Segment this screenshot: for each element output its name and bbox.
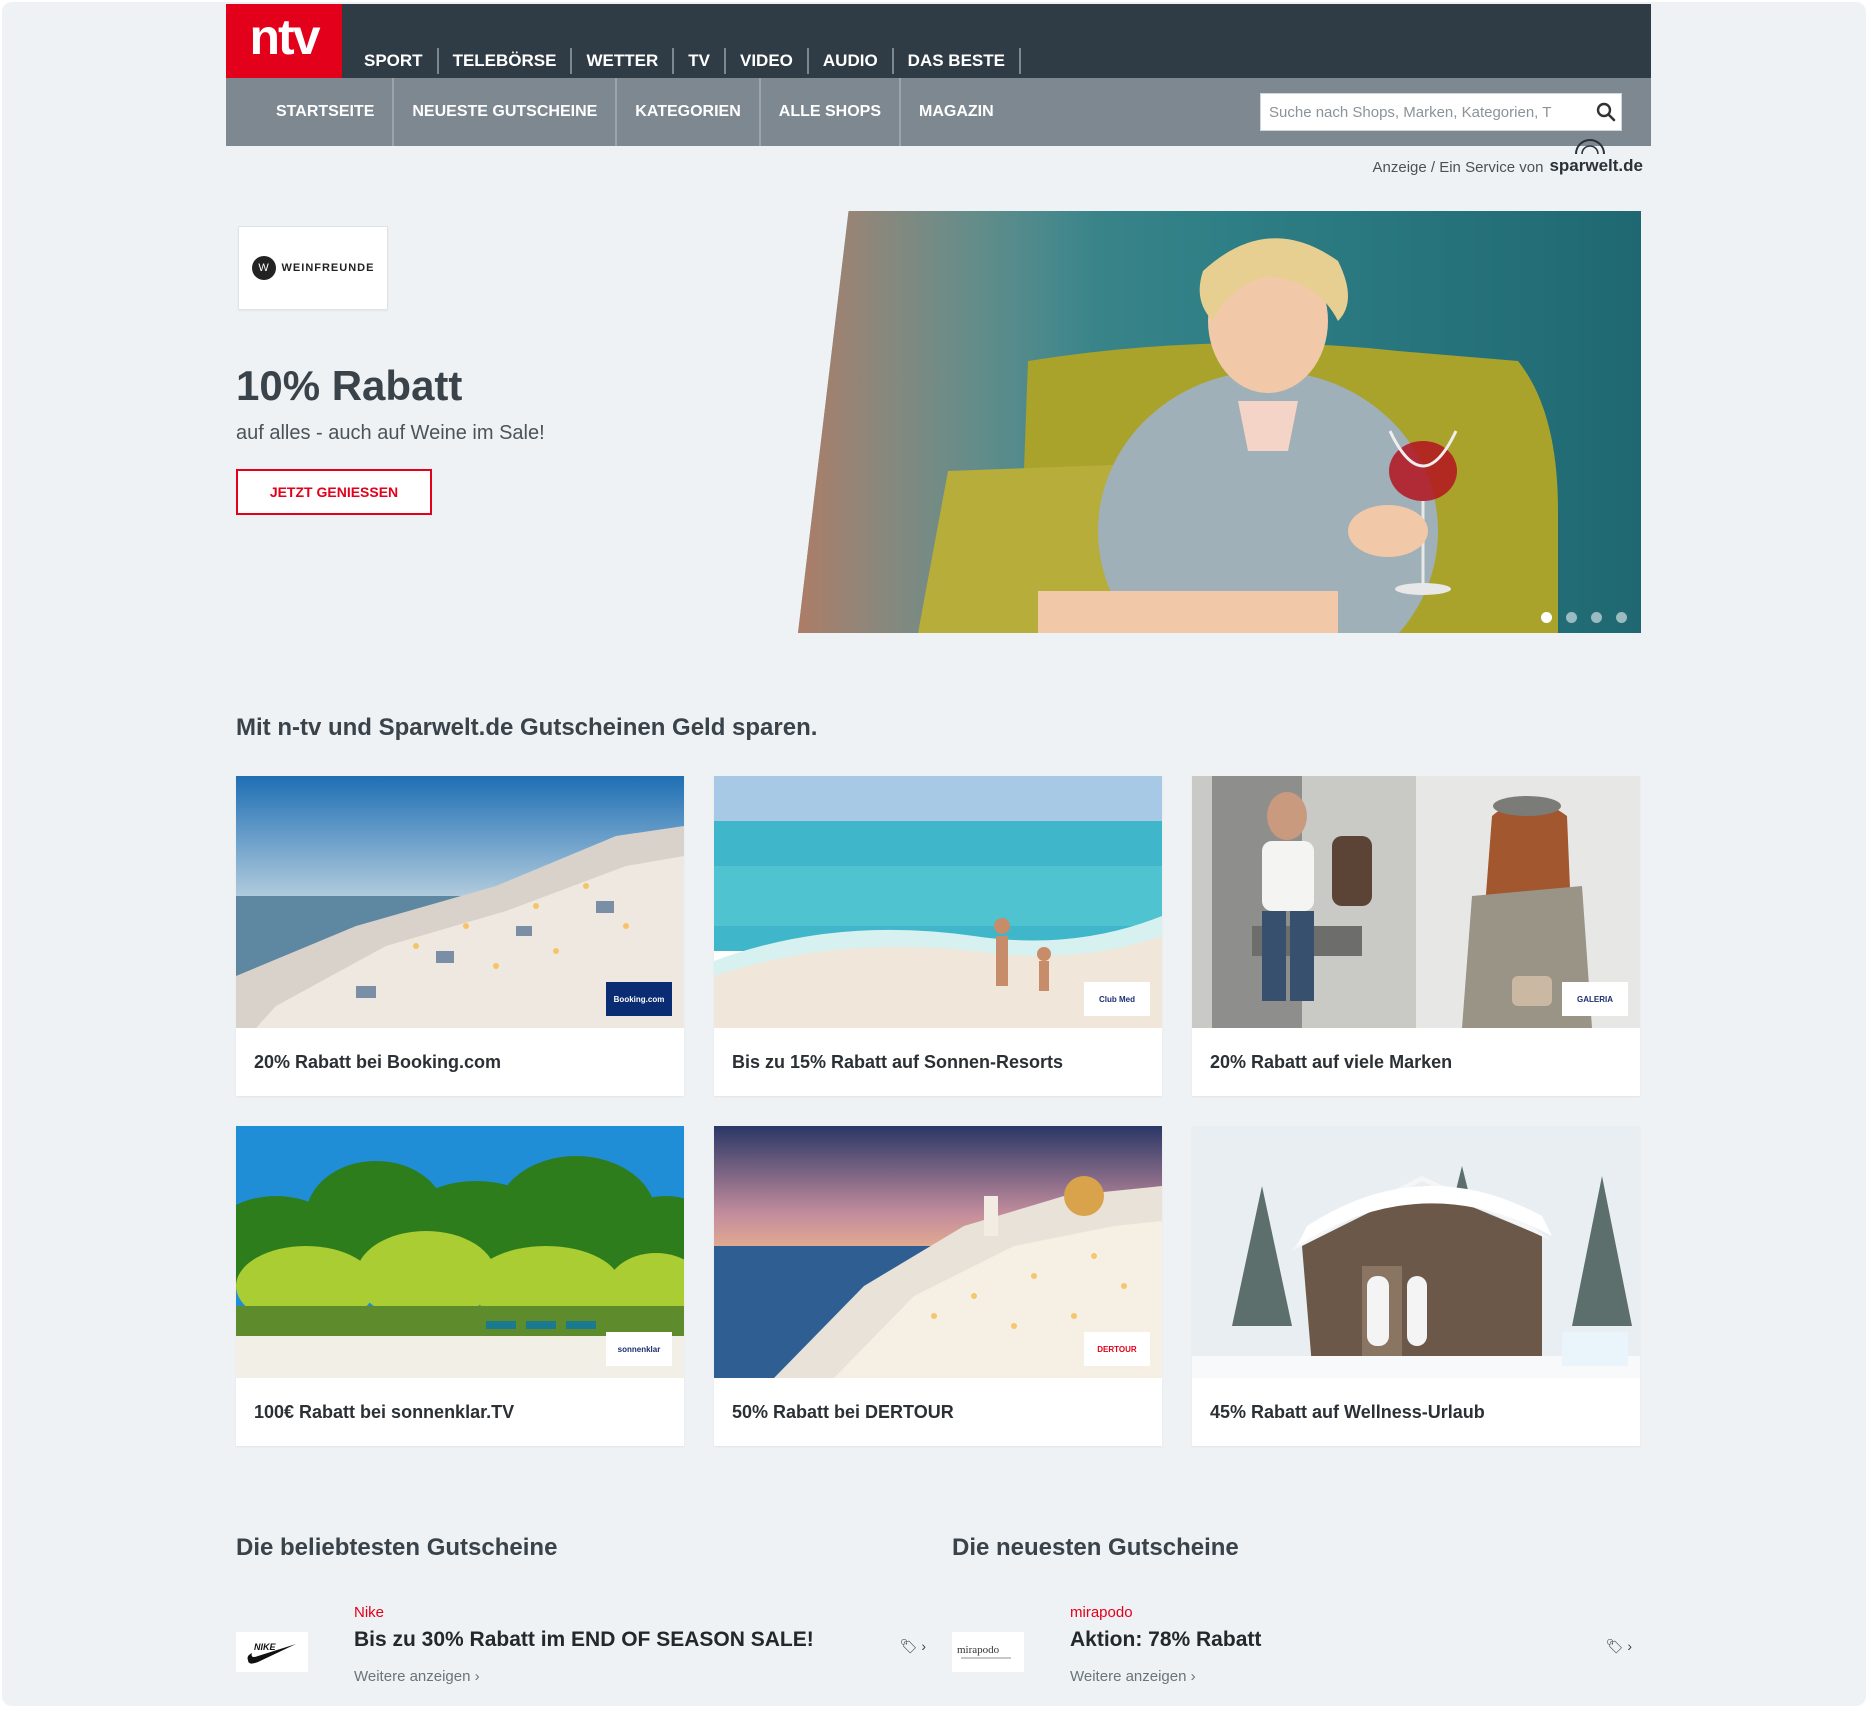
deals-section-title: Mit n-tv und Sparwelt.de Gutscheinen Gel…: [236, 714, 818, 741]
card-badge: [1562, 1332, 1628, 1366]
sparwelt-logo-text: sparwelt.de: [1549, 156, 1643, 175]
deal-card-galeria[interactable]: GALERIA 20% Rabatt auf viele Marken: [1192, 776, 1640, 1096]
tag-icon[interactable]: 🏷 ›: [1606, 1638, 1632, 1655]
hero-subtitle: auf alles - auch auf Weine im Sale!: [236, 422, 545, 444]
svg-text:mirapodo: mirapodo: [957, 1644, 1000, 1656]
search-box: [1260, 93, 1622, 131]
hero-brand-name: WEINFREUNDE: [281, 262, 375, 274]
tag-icon[interactable]: 🏷 ›: [900, 1638, 926, 1655]
ad-notice: Anzeige / Ein Service von sparwelt.de: [1372, 139, 1643, 176]
deal-card-booking[interactable]: Booking.com 20% Rabatt bei Booking.com: [236, 776, 684, 1096]
sparwelt-logo[interactable]: sparwelt.de: [1549, 139, 1643, 176]
weinfreunde-mark-icon: W: [251, 256, 276, 280]
top-nav-video[interactable]: VIDEO: [726, 48, 809, 74]
slider-dot[interactable]: [1566, 612, 1577, 623]
mirapodo-logo[interactable]: mirapodo: [952, 1632, 1024, 1672]
deal-label: 45% Rabatt auf Wellness-Urlaub: [1210, 1401, 1485, 1422]
mirapodo-wordmark-icon: mirapodo: [957, 1644, 1011, 1659]
top-nav-wetter[interactable]: WETTER: [572, 48, 675, 74]
voucher-title[interactable]: Bis zu 30% Rabatt im END OF SEASON SALE!: [354, 1628, 814, 1652]
deal-label: 100€ Rabatt bei sonnenklar.TV: [254, 1401, 515, 1422]
page-container: ntv SPORT TELEBÖRSE WETTER TV VIDEO AUDI…: [226, 4, 1651, 1685]
hero-cta-button[interactable]: JETZT GENIESSEN: [236, 469, 432, 515]
sub-nav-magazin[interactable]: MAGAZIN: [901, 78, 1012, 146]
card-badge: Booking.com: [606, 982, 672, 1016]
voucher-shop[interactable]: mirapodo: [1070, 1604, 1133, 1621]
sub-nav-alle-shops[interactable]: ALLE SHOPS: [761, 78, 902, 146]
card-badge: sonnenklar: [606, 1332, 672, 1366]
search-icon[interactable]: [1591, 97, 1621, 127]
hero-brand-logo[interactable]: W WEINFREUNDE: [238, 226, 388, 310]
slider-dot[interactable]: [1591, 612, 1602, 623]
slider-dot[interactable]: [1616, 612, 1627, 623]
hero-slider-dots: [1541, 612, 1627, 623]
top-nav-tv[interactable]: TV: [674, 48, 726, 74]
voucher-more-link[interactable]: Weitere anzeigen ›: [1070, 1668, 1196, 1685]
nike-logo[interactable]: NIKE: [236, 1632, 308, 1672]
sub-nav-kategorien[interactable]: KATEGORIEN: [617, 78, 761, 146]
deal-card-dertour[interactable]: DERTOUR 50% Rabatt bei DERTOUR: [714, 1126, 1162, 1446]
card-badge: Club Med: [1084, 982, 1150, 1016]
deal-image: Club Med: [714, 776, 1162, 1028]
sub-nav-startseite[interactable]: STARTSEITE: [258, 78, 395, 146]
newest-vouchers: Die neuesten Gutscheine mirapodo mirapod…: [952, 1534, 1642, 1704]
voucher-more-link[interactable]: Weitere anzeigen ›: [354, 1668, 480, 1685]
hero-title: 10% Rabatt: [236, 362, 463, 409]
top-nav-audio[interactable]: AUDIO: [809, 48, 894, 74]
deal-card-sonnen-resorts[interactable]: Club Med Bis zu 15% Rabatt auf Sonnen-Re…: [714, 776, 1162, 1096]
deal-image: Booking.com: [236, 776, 684, 1028]
top-navigation-bar: ntv SPORT TELEBÖRSE WETTER TV VIDEO AUDI…: [226, 4, 1651, 78]
deal-image: sonnenklar: [236, 1126, 684, 1378]
top-nav-das-beste[interactable]: DAS BESTE: [894, 48, 1021, 74]
hero-image[interactable]: [798, 211, 1641, 633]
sparwelt-arc-icon: [1575, 139, 1606, 155]
popular-vouchers: Die beliebtesten Gutscheine NIKE Nike Bi…: [236, 1534, 936, 1704]
newest-vouchers-title: Die neuesten Gutscheine: [952, 1534, 1239, 1561]
card-badge: DERTOUR: [1084, 1332, 1150, 1366]
svg-text:NIKE: NIKE: [254, 1642, 276, 1652]
voucher-item[interactable]: mirapodo mirapodo Aktion: 78% Rabatt Wei…: [952, 1604, 1642, 1704]
deal-label: 50% Rabatt bei DERTOUR: [732, 1401, 954, 1422]
deal-label: 20% Rabatt auf viele Marken: [1210, 1051, 1453, 1072]
deal-image: DERTOUR: [714, 1126, 1162, 1378]
ntv-logo[interactable]: ntv: [226, 4, 342, 78]
search-input[interactable]: [1261, 103, 1591, 121]
card-badge: GALERIA: [1562, 982, 1628, 1016]
deal-card-sonnenklar[interactable]: sonnenklar 100€ Rabatt bei sonnenklar.TV: [236, 1126, 684, 1446]
deal-image: GALERIA: [1192, 776, 1640, 1028]
voucher-title[interactable]: Aktion: 78% Rabatt: [1070, 1628, 1261, 1652]
sub-nav: STARTSEITE NEUESTE GUTSCHEINE KATEGORIEN…: [258, 78, 1012, 146]
deal-label: Bis zu 15% Rabatt auf Sonnen-Resorts: [732, 1051, 1064, 1072]
page-frame: ntv SPORT TELEBÖRSE WETTER TV VIDEO AUDI…: [2, 2, 1866, 1706]
deal-label: 20% Rabatt bei Booking.com: [254, 1051, 502, 1072]
top-nav-sport[interactable]: SPORT: [356, 48, 439, 74]
deal-image: [1192, 1126, 1640, 1378]
voucher-item[interactable]: NIKE Nike Bis zu 30% Rabatt im END OF SE…: [236, 1604, 936, 1704]
popular-vouchers-title: Die beliebtesten Gutscheine: [236, 1534, 558, 1561]
sub-navigation-bar: STARTSEITE NEUESTE GUTSCHEINE KATEGORIEN…: [226, 78, 1651, 146]
voucher-shop[interactable]: Nike: [354, 1604, 384, 1621]
deal-card-wellness[interactable]: 45% Rabatt auf Wellness-Urlaub: [1192, 1126, 1640, 1446]
slider-dot[interactable]: [1541, 612, 1552, 623]
ad-notice-text: Anzeige / Ein Service von: [1372, 159, 1544, 176]
deals-grid: Booking.com 20% Rabatt bei Booking.com C…: [236, 776, 1640, 1446]
top-nav-teleboerse[interactable]: TELEBÖRSE: [439, 48, 573, 74]
nike-swoosh-icon: NIKE: [247, 1642, 296, 1664]
top-nav: SPORT TELEBÖRSE WETTER TV VIDEO AUDIO DA…: [356, 48, 1021, 74]
sub-nav-neueste-gutscheine[interactable]: NEUESTE GUTSCHEINE: [394, 78, 618, 146]
